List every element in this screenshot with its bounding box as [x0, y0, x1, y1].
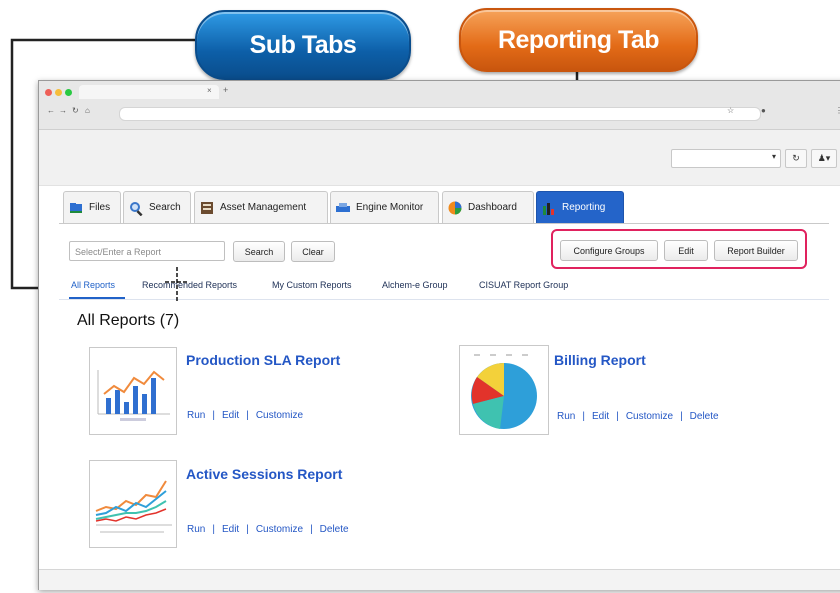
edit-link[interactable]: Edit: [222, 410, 239, 421]
asset-icon: [201, 201, 213, 214]
production-sla-actions: Run | Edit | Customize: [187, 410, 303, 421]
crosshair-cursor-icon: [165, 267, 189, 301]
reload-icon[interactable]: ↻: [72, 106, 79, 115]
link-separator: |: [246, 524, 249, 535]
tab-engine-monitor[interactable]: Engine Monitor: [330, 191, 439, 223]
home-icon[interactable]: ⌂: [85, 106, 90, 115]
tab-search-label: Search: [149, 202, 181, 213]
browser-tab-close-icon[interactable]: ×: [207, 86, 212, 95]
tab-search[interactable]: Search: [123, 191, 191, 223]
tab-files[interactable]: Files: [63, 191, 121, 223]
link-separator: |: [680, 411, 683, 422]
search-button[interactable]: Search: [233, 241, 285, 262]
billing-report-link[interactable]: Billing Report: [554, 352, 646, 368]
reporting-icon: [543, 202, 554, 215]
user-menu-button[interactable]: ♟▾: [811, 149, 837, 168]
link-separator: |: [582, 411, 585, 422]
tab-reporting[interactable]: Reporting: [536, 191, 624, 223]
link-separator: |: [616, 411, 619, 422]
header-select[interactable]: ▾: [671, 149, 781, 168]
delete-link[interactable]: Delete: [690, 411, 719, 422]
search-icon: [130, 201, 143, 216]
new-tab-icon[interactable]: +: [223, 85, 228, 95]
multi-line-chart-icon: [95, 480, 172, 533]
reporting-tab-callout-label: Reporting Tab: [497, 25, 660, 54]
tab-files-label: Files: [89, 202, 111, 213]
billing-actions: Run | Edit | Customize | Delete: [557, 411, 719, 422]
extension-icon[interactable]: ●: [761, 106, 766, 115]
run-link[interactable]: Run: [187, 410, 205, 421]
link-separator: |: [212, 410, 215, 421]
subtab-cisuat-report-group[interactable]: CISUAT Report Group: [479, 280, 568, 290]
edit-button[interactable]: Edit: [664, 240, 708, 261]
link-separator: |: [212, 524, 215, 535]
production-sla-thumbnail[interactable]: [89, 347, 177, 435]
tab-dashboard-label: Dashboard: [468, 202, 517, 213]
billing-thumbnail[interactable]: [459, 345, 549, 435]
link-separator: |: [310, 524, 313, 535]
subtab-alchem-e-group[interactable]: Alchem-e Group: [382, 280, 448, 290]
customize-link[interactable]: Customize: [626, 411, 673, 422]
back-icon[interactable]: ←: [47, 106, 55, 115]
forward-icon[interactable]: →: [59, 106, 67, 115]
active-sessions-actions: Run | Edit | Customize | Delete: [187, 524, 349, 535]
minimize-window-icon[interactable]: [55, 89, 62, 96]
subtab-recommended-reports[interactable]: Recommended Reports: [142, 280, 237, 290]
customize-link[interactable]: Customize: [256, 524, 303, 535]
reporting-tab-callout: Reporting Tab: [459, 8, 698, 72]
subtab-my-custom-reports[interactable]: My Custom Reports: [272, 280, 352, 290]
browser-menu-icon[interactable]: ⋮: [835, 106, 840, 115]
tab-divider: [59, 223, 829, 224]
browser-window: × + ← → ↻ ⌂ ☆ ● ⋮ ▾ ↻ ♟▾ Files Search As…: [38, 80, 840, 590]
browser-chrome: × + ← → ↻ ⌂ ☆ ● ⋮: [39, 81, 840, 130]
tab-asset-management[interactable]: Asset Management: [194, 191, 328, 223]
chevron-down-icon: ▾: [771, 152, 776, 161]
address-bar[interactable]: [119, 107, 761, 121]
engine-icon: [336, 202, 350, 212]
files-icon: [70, 202, 82, 213]
tab-reporting-label: Reporting: [562, 202, 606, 213]
report-search-input[interactable]: Select/Enter a Report: [69, 241, 225, 261]
report-builder-button[interactable]: Report Builder: [714, 240, 798, 261]
delete-link[interactable]: Delete: [320, 524, 349, 535]
section-title: All Reports (7): [77, 312, 180, 329]
link-separator: |: [246, 410, 249, 421]
tab-asset-management-label: Asset Management: [220, 202, 307, 213]
clear-button[interactable]: Clear: [291, 241, 335, 262]
run-link[interactable]: Run: [187, 524, 205, 535]
pie-chart-icon: [471, 354, 537, 429]
production-sla-report-link[interactable]: Production SLA Report: [186, 352, 340, 368]
refresh-button[interactable]: ↻: [785, 149, 807, 168]
dashboard-icon: [448, 201, 462, 214]
bar-line-chart-icon: [97, 370, 170, 421]
edit-link[interactable]: Edit: [592, 411, 609, 422]
run-link[interactable]: Run: [557, 411, 575, 422]
configure-groups-button[interactable]: Configure Groups: [560, 240, 658, 261]
customize-link[interactable]: Customize: [256, 410, 303, 421]
active-sessions-report-link[interactable]: Active Sessions Report: [186, 466, 342, 482]
maximize-window-icon[interactable]: [65, 89, 72, 96]
footer-bar: [39, 569, 840, 590]
bookmark-star-icon[interactable]: ☆: [727, 106, 734, 115]
tab-dashboard[interactable]: Dashboard: [442, 191, 534, 223]
browser-tab[interactable]: [79, 85, 219, 99]
edit-link[interactable]: Edit: [222, 524, 239, 535]
sub-tabs-callout-label: Sub Tabs: [249, 30, 357, 59]
subtab-active-indicator: [69, 297, 125, 299]
close-window-icon[interactable]: [45, 89, 52, 96]
active-sessions-thumbnail[interactable]: [89, 460, 177, 548]
subtab-all-reports[interactable]: All Reports: [71, 280, 115, 290]
sub-tabs-callout: Sub Tabs: [195, 10, 411, 80]
tab-engine-monitor-label: Engine Monitor: [356, 202, 424, 213]
